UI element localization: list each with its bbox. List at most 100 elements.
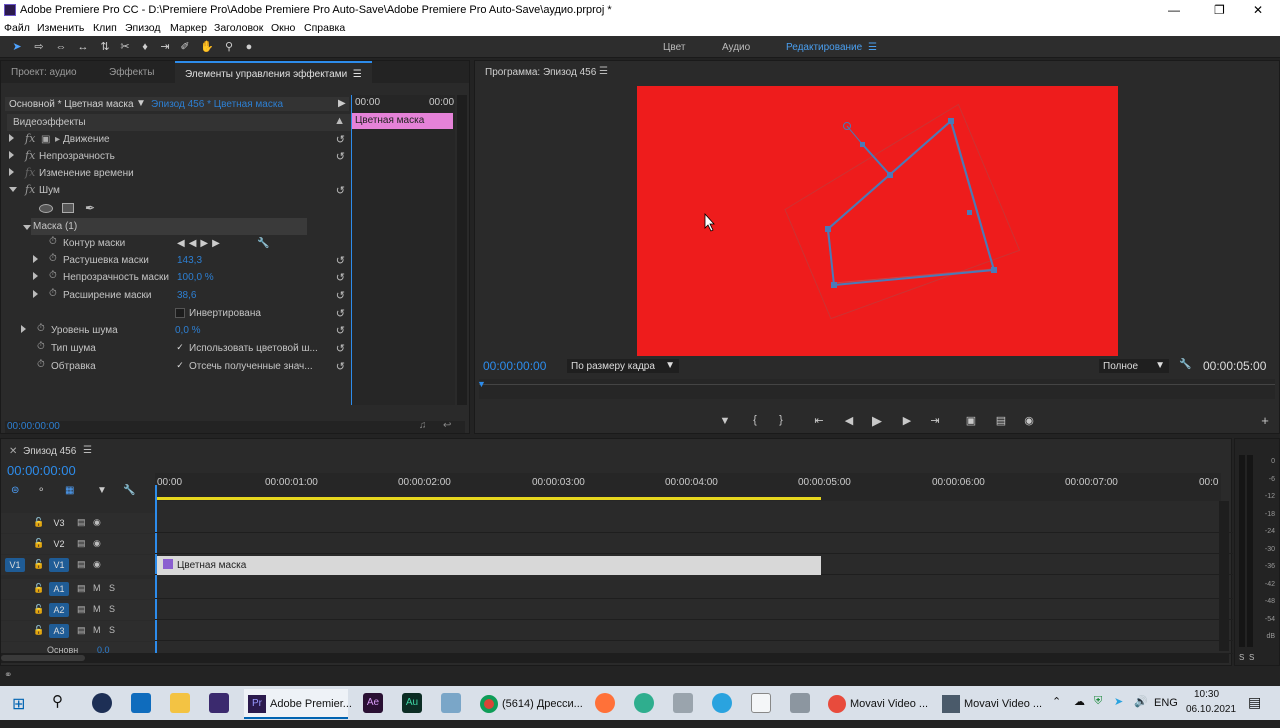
- workspace-audio[interactable]: Аудио: [722, 42, 750, 53]
- eye-icon[interactable]: ◉: [93, 517, 101, 528]
- windows-start-icon[interactable]: ⊞: [12, 694, 25, 718]
- notifications-icon[interactable]: ▤: [1248, 694, 1261, 718]
- lock-icon[interactable]: 🔓: [33, 538, 44, 549]
- timeline-clip[interactable]: Цветная маска: [157, 556, 821, 575]
- zoom-tool-icon[interactable]: ⚲: [222, 40, 236, 54]
- sync-lock-icon[interactable]: ▤: [77, 559, 86, 570]
- reset-icon[interactable]: ↺: [336, 271, 345, 284]
- workspace-editing[interactable]: Редактирование: [786, 42, 862, 53]
- app-icon-2[interactable]: [790, 693, 810, 713]
- expand-arrow-icon[interactable]: [33, 255, 38, 263]
- add-marker-icon[interactable]: ▼: [717, 415, 733, 427]
- step-back-icon[interactable]: ◀: [841, 414, 857, 427]
- sync-lock-icon[interactable]: ▤: [77, 583, 86, 594]
- razor-tool-icon[interactable]: ✂: [118, 40, 132, 54]
- mail-icon[interactable]: [131, 693, 151, 713]
- solo-left-button[interactable]: S: [1239, 653, 1244, 662]
- expand-arrow-icon[interactable]: [21, 325, 26, 333]
- filter-icon[interactable]: ♫: [419, 420, 427, 431]
- mark-in-icon[interactable]: {: [747, 414, 763, 426]
- track-select-tool-icon[interactable]: ⇨: [32, 40, 46, 54]
- mini-playhead[interactable]: [351, 95, 352, 405]
- reset-icon[interactable]: ↺: [336, 150, 345, 163]
- menu-help[interactable]: Справка: [304, 22, 345, 34]
- mask-expansion-value[interactable]: 38,6: [177, 290, 196, 301]
- settings-wrench-icon[interactable]: 🔧: [1179, 359, 1191, 370]
- stopwatch-icon[interactable]: ⏱: [37, 341, 45, 352]
- track-name[interactable]: V3: [49, 516, 69, 530]
- collapse-arrow-icon[interactable]: [9, 187, 17, 192]
- export-frame-camera-icon[interactable]: ◉: [1021, 414, 1037, 427]
- volume-icon[interactable]: 🔊: [1134, 695, 1148, 719]
- expand-arrow-icon[interactable]: [33, 272, 38, 280]
- reset-icon[interactable]: ↺: [336, 289, 345, 302]
- tab-effect-controls[interactable]: Элементы управления эффектами ☰: [175, 61, 372, 83]
- mini-scrollbar[interactable]: [457, 95, 467, 405]
- track-name[interactable]: A1: [49, 582, 69, 596]
- eye-icon[interactable]: ◉: [93, 538, 101, 549]
- search-icon[interactable]: ⚲: [52, 692, 63, 716]
- effect-row-noise[interactable]: fx Шум ↺: [7, 182, 351, 199]
- stopwatch-icon[interactable]: ⏱: [49, 288, 57, 299]
- timeline-timecode[interactable]: 00:00:00:00: [7, 463, 76, 478]
- mute-icon[interactable]: M: [93, 583, 101, 593]
- effect-row-motion[interactable]: fx ▣ ▸ Движение ↺: [7, 131, 351, 148]
- fit-dropdown[interactable]: По размеру кадра ▼: [567, 359, 679, 373]
- telegram-tray-icon[interactable]: ➤: [1114, 695, 1123, 719]
- expand-arrow-icon[interactable]: [9, 168, 14, 176]
- stopwatch-icon[interactable]: ⏱: [49, 236, 57, 247]
- mask-vertex-1[interactable]: [825, 226, 831, 232]
- workspace-menu-icon[interactable]: ☰: [868, 42, 877, 53]
- expand-arrow-icon[interactable]: ▶: [338, 98, 346, 109]
- edge-icon[interactable]: [634, 693, 654, 713]
- hand-tool-icon[interactable]: ✋: [200, 40, 214, 54]
- taskbar-item-premiere[interactable]: Pr Adobe Premier...: [244, 689, 352, 719]
- mask-opacity-value[interactable]: 100,0 %: [177, 272, 214, 283]
- menu-file[interactable]: Файл: [4, 22, 30, 34]
- program-scrubber[interactable]: ▼: [477, 379, 1275, 399]
- mask-row[interactable]: Маска (1): [31, 218, 307, 235]
- sequence-label[interactable]: Эпизод 456 * Цветная маска: [151, 99, 283, 110]
- lock-icon[interactable]: 🔓: [33, 583, 44, 594]
- clipping-checkbox[interactable]: ✓: [175, 361, 185, 371]
- minimize-icon[interactable]: —: [1168, 3, 1180, 17]
- go-to-out-icon[interactable]: ⇥: [927, 414, 943, 427]
- maximize-icon[interactable]: ❐: [1214, 3, 1225, 17]
- mask-vertex-2[interactable]: [948, 118, 954, 124]
- time-ruler[interactable]: 00:00 00:00:01:00 00:00:02:00 00:00:03:0…: [155, 473, 1221, 501]
- expand-arrow-icon[interactable]: [33, 290, 38, 298]
- pen-mask-icon[interactable]: ✒: [85, 201, 95, 215]
- solo-icon[interactable]: S: [109, 583, 115, 593]
- panel-menu-icon[interactable]: ☰: [83, 445, 92, 456]
- sync-lock-icon[interactable]: ▤: [77, 517, 86, 528]
- obs-icon[interactable]: [92, 693, 112, 713]
- telegram-icon[interactable]: [712, 693, 732, 713]
- quality-dropdown[interactable]: Полное ▼: [1099, 359, 1169, 373]
- notepad-icon[interactable]: [441, 693, 461, 713]
- close-icon[interactable]: ✕: [1253, 3, 1263, 17]
- menu-window[interactable]: Окно: [271, 22, 295, 34]
- inverted-checkbox[interactable]: [175, 308, 185, 318]
- effect-row-time-remap[interactable]: fx Изменение времени: [7, 165, 351, 182]
- extract-icon[interactable]: ▤: [993, 414, 1009, 427]
- mask-midpoint-2[interactable]: [967, 210, 972, 215]
- mask-track-controls-icon[interactable]: ◀◀▶▶: [177, 238, 224, 249]
- close-tab-icon[interactable]: ✕: [9, 446, 17, 457]
- linked-selection-icon[interactable]: ⚬: [37, 485, 45, 496]
- lock-icon[interactable]: 🔓: [33, 625, 44, 636]
- slip-tool-icon[interactable]: ♦: [138, 40, 152, 54]
- collapse-up-icon[interactable]: ▲: [334, 115, 345, 127]
- menu-marker[interactable]: Маркер: [170, 22, 207, 34]
- fx-icon[interactable]: fx: [25, 132, 35, 145]
- tab-effects[interactable]: Эффекты: [109, 67, 154, 78]
- go-to-in-icon[interactable]: ⇤: [811, 414, 827, 427]
- track-name[interactable]: V2: [49, 537, 69, 551]
- reset-icon[interactable]: ↺: [336, 254, 345, 267]
- sync-lock-icon[interactable]: ▤: [77, 625, 86, 636]
- solo-right-button[interactable]: S: [1249, 653, 1254, 662]
- timeline-hscroll[interactable]: [1, 653, 1229, 663]
- rolling-edit-tool-icon[interactable]: ↔: [76, 40, 90, 54]
- export-icon[interactable]: ↩: [443, 420, 451, 431]
- selection-tool-icon[interactable]: ➤: [10, 40, 24, 54]
- collapse-arrow-icon[interactable]: [23, 225, 31, 230]
